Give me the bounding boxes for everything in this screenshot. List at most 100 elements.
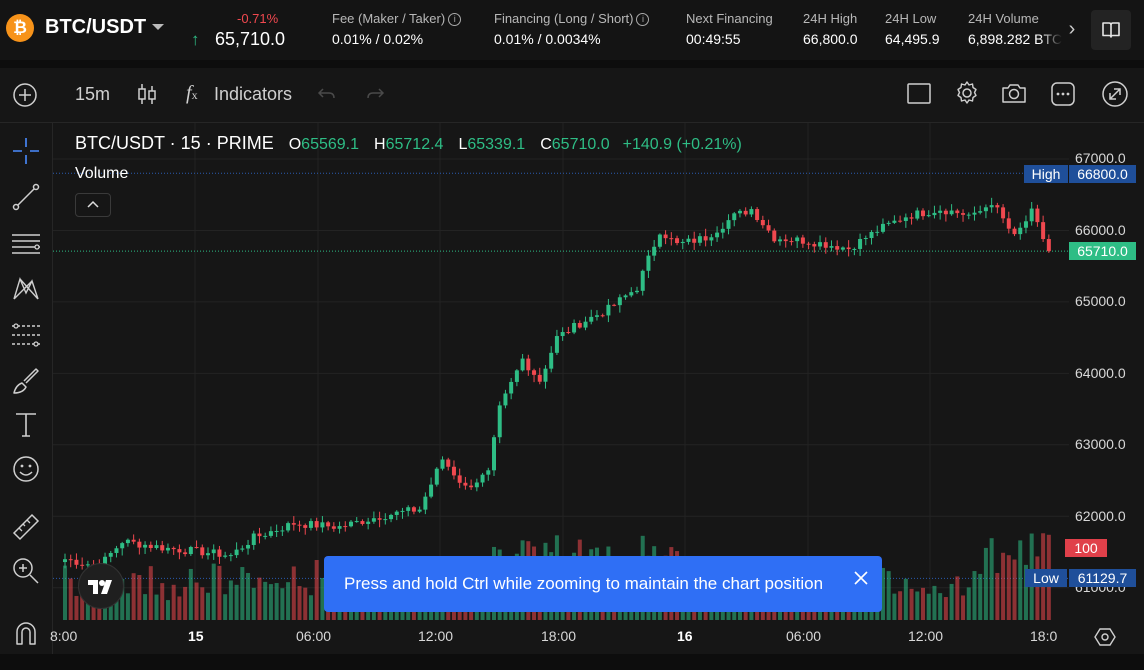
layout-square-icon[interactable] — [906, 82, 932, 106]
candle-body — [480, 474, 485, 483]
chart-area[interactable] — [53, 123, 1069, 620]
horizontal-lines-icon[interactable] — [10, 227, 42, 259]
candle-body — [314, 521, 319, 528]
candle-body — [795, 237, 800, 242]
redo-icon[interactable] — [364, 84, 386, 104]
high-tag-value: 66800.0 — [1069, 165, 1136, 183]
more-options-icon[interactable] — [1050, 81, 1076, 107]
candle-body — [303, 525, 308, 528]
candles-type-icon[interactable] — [135, 81, 159, 107]
candle-body — [308, 521, 313, 528]
close-icon[interactable] — [852, 569, 870, 587]
stat-label: Financing (Long / Short) i — [494, 11, 650, 26]
chevron-right-icon[interactable]: › — [1062, 18, 1082, 40]
candle-body — [274, 530, 279, 532]
fullscreen-icon[interactable] — [1101, 80, 1129, 108]
bottom-strip — [0, 654, 1144, 670]
zoom-in-icon[interactable] — [10, 555, 42, 587]
volume-bar — [160, 583, 165, 620]
candle-body — [486, 470, 491, 475]
candle-body — [669, 238, 674, 240]
candle-body — [171, 547, 176, 550]
candle-body — [320, 522, 325, 528]
collapse-legend-button[interactable] — [75, 193, 111, 217]
candle-body — [566, 332, 571, 334]
candle-body — [646, 255, 651, 271]
pattern-icon[interactable] — [10, 273, 42, 305]
time-tick: 06:00 — [786, 628, 822, 644]
last-price-tag: 65710.0 — [1069, 242, 1136, 260]
volume-bar — [286, 582, 291, 620]
add-plus-icon[interactable] — [12, 82, 38, 108]
candle-body — [549, 352, 554, 369]
candlestick-chart[interactable] — [53, 123, 1069, 620]
hexagon-settings-icon — [1094, 628, 1116, 646]
chart-toolbar: 15m fx Indicators — [0, 68, 1144, 123]
volume-bar — [137, 575, 142, 620]
brush-icon[interactable] — [10, 365, 42, 397]
candle-body — [514, 370, 519, 382]
pair-selector[interactable]: BTC/USDT — [45, 16, 146, 39]
arrow-up-icon: ↑ — [191, 30, 200, 49]
candle-body — [474, 482, 479, 488]
high-value: 65712.4 — [385, 136, 444, 153]
candle-body — [211, 549, 216, 554]
ruler-icon[interactable] — [10, 511, 42, 543]
candle-body — [331, 526, 336, 529]
candle-body — [1035, 208, 1040, 223]
open-value: 65569.1 — [301, 136, 360, 153]
volume-bar — [955, 576, 960, 620]
camera-icon[interactable] — [1000, 81, 1028, 105]
drawing-toolbar — [0, 123, 53, 670]
candle-body — [858, 238, 863, 249]
crosshair-icon[interactable] — [10, 135, 42, 167]
candle-body — [131, 539, 136, 542]
trend-line-icon[interactable] — [10, 181, 42, 213]
volume-bar — [68, 578, 73, 620]
toast-message: Press and hold Ctrl while zooming to mai… — [344, 574, 824, 593]
indicators-button[interactable]: Indicators — [214, 84, 292, 105]
chevron-down-icon[interactable] — [152, 24, 164, 30]
price-tick: 64000.0 — [1075, 365, 1126, 381]
candle-body — [206, 553, 210, 556]
magnet-icon[interactable] — [10, 618, 42, 650]
volume-bar — [1001, 552, 1006, 620]
undo-icon[interactable] — [316, 84, 338, 104]
candle-body — [74, 559, 79, 565]
price-tick: 67000.0 — [1075, 150, 1126, 166]
volume-bar — [280, 588, 285, 620]
candle-body — [217, 549, 222, 557]
axis-settings-button[interactable] — [1094, 626, 1116, 648]
volume-bar — [251, 587, 256, 620]
gear-icon[interactable] — [954, 80, 980, 106]
text-tool-icon[interactable] — [10, 409, 42, 441]
candle-body — [532, 370, 537, 375]
candle-body — [411, 507, 416, 512]
candle-body — [915, 210, 920, 219]
fibonacci-icon[interactable] — [10, 319, 42, 351]
candle-body — [818, 242, 823, 247]
candle-body — [423, 496, 428, 510]
tradingview-logo[interactable] — [78, 563, 124, 609]
candle-body — [726, 220, 731, 229]
emoji-icon[interactable] — [10, 453, 42, 485]
info-icon[interactable]: i — [448, 13, 462, 26]
candle-body — [846, 247, 851, 250]
ohlc-legend: BTC/USDT · 15 · PRIME O65569.1 H65712.4 … — [75, 133, 742, 154]
interval-selector[interactable]: 15m — [75, 84, 110, 105]
candle-body — [635, 290, 639, 293]
info-icon[interactable]: i — [636, 13, 650, 26]
candle-body — [594, 315, 599, 317]
candle-body — [629, 292, 634, 296]
candle-body — [297, 524, 302, 526]
candle-body — [978, 211, 983, 213]
candle-body — [280, 530, 285, 532]
book-button[interactable] — [1091, 10, 1131, 50]
low-tag-value: 61129.7 — [1069, 569, 1136, 587]
price-tick: 65000.0 — [1075, 293, 1126, 309]
candle-body — [194, 547, 199, 549]
market-header: ₿ BTC/USDT -0.71% ↑ 65,710.0 Fee (Maker … — [0, 0, 1144, 60]
fx-icon[interactable]: fx — [186, 82, 198, 105]
candle-body — [143, 544, 148, 548]
candle-body — [703, 236, 708, 241]
